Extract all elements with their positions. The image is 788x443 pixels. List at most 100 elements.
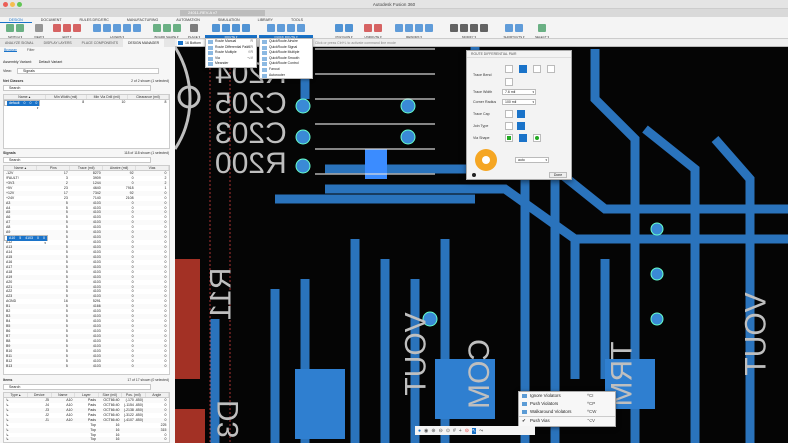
eye-icon[interactable]: ◉ [424, 428, 428, 434]
place-tool-icon[interactable] [190, 24, 198, 32]
tab-filter[interactable]: Filter [27, 48, 35, 52]
ribbon-group-layers[interactable]: LAYERS ▾ [86, 23, 148, 39]
shortcuts-tool-icon[interactable] [505, 24, 513, 32]
bend-arc-button[interactable] [533, 65, 541, 73]
ribbon-group-shortcuts[interactable]: SHORTCUTS ▾ [498, 23, 530, 39]
join-type-miter-button[interactable] [505, 122, 513, 130]
ribbon-group-route[interactable]: ROUTE ▾ [205, 23, 257, 39]
rework-tool-icon[interactable] [395, 24, 403, 32]
info-icon[interactable]: ● [418, 428, 421, 434]
modify-tool-icon[interactable] [480, 24, 488, 32]
unroute-tool-icon[interactable] [374, 24, 382, 32]
board-shape-tool-icon[interactable] [172, 24, 181, 32]
command-line-hint[interactable]: Click or press Ctrl+L to activate comman… [315, 41, 396, 45]
menu-item-push-violators[interactable]: Push Violators ^CP [519, 400, 615, 408]
table-row[interactable]: default 0 0 0 [4, 100, 41, 111]
ribbon-group-select[interactable]: SELECT ▾ [532, 23, 552, 39]
menu-item-push-vias[interactable]: ✔ Push Vias ⌥V [519, 416, 615, 424]
ribbon-group-unroute[interactable]: UNROUTE ▾ [360, 23, 386, 39]
trace-cap-flat-button[interactable] [505, 110, 513, 118]
rework-tool-icon[interactable] [405, 24, 413, 32]
unroute-tool-icon[interactable] [364, 24, 372, 32]
ribbon-group-rework[interactable]: REWORK ▾ [388, 23, 440, 39]
modify-tool-icon[interactable] [470, 24, 478, 32]
panel-tab-analyze-signal[interactable]: ANALYZE SIGNAL [0, 39, 39, 47]
polygon-tool-icon[interactable] [345, 24, 353, 32]
edit-tool-icon[interactable] [63, 24, 71, 32]
grid-icon[interactable]: # [453, 428, 456, 434]
column-header-name[interactable]: Name ▴ [4, 95, 46, 100]
column-header-clearance-mil[interactable]: Clearance (mil) [127, 95, 169, 100]
ribbon-group-edit[interactable]: EDIT ▾ [50, 23, 84, 39]
route-tool-icon[interactable] [232, 24, 240, 32]
via-octagon-button[interactable] [533, 134, 541, 142]
board-shape-tool-icon[interactable] [162, 24, 171, 32]
view-select[interactable]: Signals [17, 68, 159, 74]
panel-tab-place-components[interactable]: PLACE COMPONENTS [77, 39, 123, 47]
ribbon-group-polygon[interactable]: POLYGON ▾ [330, 23, 358, 39]
layers-tool-icon[interactable] [93, 24, 101, 32]
modify-tool-icon[interactable] [460, 24, 468, 32]
layers-tool-icon[interactable] [133, 24, 141, 32]
column-header-min-width-mil[interactable]: Min Width (mil) [45, 95, 87, 100]
table-row[interactable]: A10 5 4103 0 0 [4, 235, 48, 246]
panel-tab-display-layers[interactable]: DISPLAY LAYERS [39, 39, 77, 47]
via-round-button[interactable] [519, 134, 527, 142]
done-button[interactable]: Done [549, 172, 567, 178]
ribbon-group-board-shape[interactable]: BOARD SHAPE ▾ [150, 23, 183, 39]
quick-route-tool-icon[interactable] [267, 24, 275, 32]
quick-route-tool-icon[interactable] [277, 24, 285, 32]
polygon-tool-icon[interactable] [335, 24, 343, 32]
bend-90-button[interactable] [505, 65, 513, 73]
column-header-min-via-drill-mil[interactable]: Min Via Drill (mil) [86, 95, 128, 100]
bend-45-button[interactable] [519, 65, 527, 73]
quick-route-tool-icon[interactable] [297, 24, 305, 32]
ribbon-group-view[interactable]: VIEW ▾ [30, 23, 48, 39]
route-tool-icon[interactable] [242, 24, 250, 32]
document-tab[interactable]: 24011-REV-A v7 [180, 10, 265, 16]
route-tool-icon[interactable] [222, 24, 230, 32]
items-search[interactable]: Search [3, 384, 151, 390]
zoom-out-icon[interactable]: ⊖ [439, 428, 443, 434]
rework-tool-icon[interactable] [425, 24, 433, 32]
view-tool-icon[interactable] [35, 24, 43, 32]
table-row[interactable]: B13 5 4103 0 0 [4, 363, 169, 369]
select-tool-icon[interactable] [538, 24, 546, 32]
crosshair-icon[interactable]: + [459, 428, 462, 434]
select-icon[interactable]: ↖ [471, 427, 477, 434]
join-type-round-button[interactable] [517, 122, 525, 130]
signals-search[interactable]: Search [3, 157, 151, 163]
route-tool-icon[interactable] [212, 24, 220, 32]
ribbon-group-quick-route[interactable]: QUICK ROUTE ▾ [259, 23, 313, 39]
menu-item-walkaround-violators[interactable]: Walkaround Violators ^CW [519, 408, 615, 416]
route-mode-icon[interactable]: ⤳ [479, 428, 483, 434]
quick-route-tool-icon[interactable] [287, 24, 295, 32]
menu-item-ignore-violators[interactable]: Ignore Violators ^CI [519, 392, 615, 400]
ribbon-group-switch[interactable]: SWITCH ▾ [2, 23, 28, 39]
trace-cap-round-button[interactable] [517, 110, 525, 118]
bend-round-button[interactable] [547, 65, 555, 73]
tab-browser[interactable]: Browser [4, 48, 17, 52]
via-square-button[interactable] [505, 134, 513, 142]
corner-radius-select[interactable]: 100 mil [502, 99, 536, 105]
switch-tool-icon[interactable] [16, 24, 24, 32]
zoom-fit-icon[interactable]: ⊙ [446, 428, 450, 434]
shortcuts-tool-icon[interactable] [515, 24, 523, 32]
menu-item-autorouter[interactable]: Autorouter [260, 73, 312, 79]
rework-tool-icon[interactable] [415, 24, 423, 32]
zoom-in-icon[interactable]: ⊕ [431, 428, 435, 434]
layers-tool-icon[interactable] [113, 24, 121, 32]
edit-tool-icon[interactable] [53, 24, 61, 32]
board-shape-tool-icon[interactable] [152, 24, 161, 32]
layers-tool-icon[interactable] [123, 24, 131, 32]
info-icon[interactable] [472, 173, 476, 177]
net-classes-search[interactable]: Search [3, 85, 151, 91]
via-size-select[interactable]: auto [515, 157, 549, 163]
stop-icon[interactable]: ⊝ [465, 428, 469, 434]
bend-free-button[interactable] [505, 78, 513, 86]
modify-tool-icon[interactable] [450, 24, 458, 32]
switch-tool-icon[interactable] [6, 24, 14, 32]
trace-width-select[interactable]: 7.6 mil [502, 89, 536, 95]
edit-tool-icon[interactable] [73, 24, 81, 32]
panel-tab-design-manager[interactable]: DESIGN MANAGER [123, 39, 165, 47]
